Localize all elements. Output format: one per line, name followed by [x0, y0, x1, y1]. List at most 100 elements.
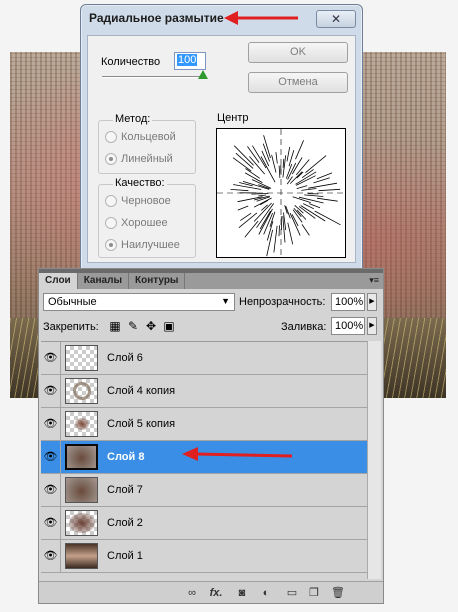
dialog-body: Количество 100 OK Отмена Метод: Кольцево…	[87, 35, 356, 263]
close-button[interactable]: ✕	[316, 10, 356, 28]
method-title: Метод:	[113, 113, 153, 125]
burst-line	[239, 182, 253, 187]
burst-line	[233, 184, 262, 190]
radio-button[interactable]	[105, 195, 117, 207]
burst-line	[314, 210, 341, 226]
layer-row[interactable]: 👁 Слой 4 копия	[41, 375, 369, 408]
burst-line	[237, 205, 249, 211]
burst-line	[288, 150, 295, 167]
burst-line	[233, 145, 254, 166]
layer-name[interactable]: Слой 8	[107, 451, 144, 463]
layer-thumbnail	[65, 378, 98, 404]
tab-layers[interactable]: Слои	[39, 273, 78, 289]
lock-pixels-brush-icon[interactable]: ✎	[127, 319, 139, 333]
layers-scrollbar[interactable]	[367, 341, 381, 579]
quality-option-label: Черновое	[121, 195, 171, 207]
layer-thumbnail	[65, 411, 98, 437]
layer-name[interactable]: Слой 2	[107, 517, 143, 529]
layer-name[interactable]: Слой 7	[107, 484, 143, 496]
panel-menu-icon[interactable]: ▾≡	[369, 275, 379, 286]
layer-name[interactable]: Слой 6	[107, 352, 143, 364]
blur-spot	[75, 418, 89, 430]
mask-icon[interactable]: ◙	[235, 586, 249, 600]
blur-center-preview[interactable]	[216, 128, 346, 258]
fill-field[interactable]: 100%	[331, 317, 365, 335]
visibility-eye-icon[interactable]: 👁	[41, 540, 61, 572]
amount-slider-thumb[interactable]	[198, 70, 208, 79]
radio-button-selected[interactable]	[105, 239, 117, 251]
method-radial-option[interactable]: Кольцевой	[105, 129, 176, 145]
trash-icon[interactable]: 🗑	[331, 586, 345, 600]
method-zoom-option[interactable]: Линейный	[105, 151, 173, 167]
radio-button-selected[interactable]	[105, 153, 117, 165]
burst-line	[304, 194, 324, 197]
folder-icon[interactable]: ▭	[285, 586, 299, 600]
link-icon[interactable]: ∞	[185, 586, 199, 600]
opacity-arrow-icon[interactable]: ▶	[367, 293, 377, 311]
panel-tabs: Слои Каналы Контуры ▾≡	[39, 273, 383, 289]
burst-line	[296, 185, 308, 189]
blend-mode-value: Обычные	[48, 296, 97, 308]
quality-title: Качество:	[113, 177, 167, 189]
layer-thumbnail	[65, 477, 98, 503]
burst-line	[251, 193, 269, 195]
visibility-eye-icon[interactable]: 👁	[41, 507, 61, 539]
quality-good-option[interactable]: Хорошее	[105, 215, 168, 231]
cancel-button[interactable]: Отмена	[248, 72, 348, 93]
amount-slider-track[interactable]	[102, 76, 206, 78]
layer-name[interactable]: Слой 1	[107, 550, 143, 562]
lock-label: Закрепить:	[43, 321, 99, 333]
layer-row[interactable]: 👁 Слой 1	[41, 540, 369, 573]
fx-icon[interactable]: fx.	[209, 586, 223, 600]
burst-line	[282, 158, 285, 168]
layer-thumbnail	[65, 345, 98, 371]
center-label: Центр	[217, 112, 249, 124]
blur-spot	[69, 513, 95, 533]
amount-input[interactable]: 100	[174, 52, 206, 70]
burst-line	[301, 224, 310, 236]
amount-label: Количество	[101, 56, 161, 68]
layer-row[interactable]: 👁 Слой 2	[41, 507, 369, 540]
burst-line	[318, 188, 341, 192]
adjustment-icon[interactable]: ◐	[259, 586, 273, 600]
burst-line	[258, 194, 267, 197]
blend-mode-select[interactable]: Обычные ▼	[43, 293, 235, 311]
ok-button[interactable]: OK	[248, 42, 348, 63]
tab-channels[interactable]: Каналы	[78, 273, 129, 289]
visibility-eye-icon[interactable]: 👁	[41, 408, 61, 440]
lock-position-move-icon[interactable]: ✥	[145, 319, 157, 333]
burst-line	[313, 177, 330, 184]
lock-transparency-icon[interactable]: ▦	[109, 319, 121, 333]
annotation-arrow-title	[224, 11, 298, 25]
burst-line	[278, 225, 280, 237]
quality-best-option[interactable]: Наилучшее	[105, 237, 180, 253]
visibility-eye-icon[interactable]: 👁	[41, 441, 61, 473]
layer-row[interactable]: 👁 Слой 5 копия	[41, 408, 369, 441]
new-layer-icon[interactable]: ❐	[307, 586, 321, 600]
radio-button[interactable]	[105, 217, 117, 229]
layer-row[interactable]: 👁 Слой 7	[41, 474, 369, 507]
quality-option-label: Хорошее	[121, 217, 168, 229]
burst-line	[295, 140, 304, 160]
burst-line	[295, 171, 317, 185]
visibility-eye-icon[interactable]: 👁	[41, 474, 61, 506]
burst-line	[301, 188, 317, 191]
fill-arrow-icon[interactable]: ▶	[367, 317, 377, 335]
burst-line	[289, 212, 301, 236]
layer-thumbnail	[65, 543, 98, 569]
layer-name[interactable]: Слой 4 копия	[107, 385, 175, 397]
visibility-eye-icon[interactable]: 👁	[41, 375, 61, 407]
amount-value: 100	[177, 54, 198, 66]
tab-paths[interactable]: Контуры	[129, 273, 186, 289]
visibility-eye-icon[interactable]: 👁	[41, 342, 61, 374]
burst-line	[300, 205, 326, 222]
burst-line	[266, 229, 273, 257]
quality-draft-option[interactable]: Черновое	[105, 193, 171, 209]
blur-center-burst	[217, 129, 345, 257]
layer-row[interactable]: 👁 Слой 6	[41, 342, 369, 375]
burst-line	[308, 182, 338, 189]
opacity-field[interactable]: 100%	[331, 293, 365, 311]
lock-all-icon[interactable]: ▣	[163, 319, 175, 333]
layer-name[interactable]: Слой 5 копия	[107, 418, 175, 430]
radio-button[interactable]	[105, 131, 117, 143]
